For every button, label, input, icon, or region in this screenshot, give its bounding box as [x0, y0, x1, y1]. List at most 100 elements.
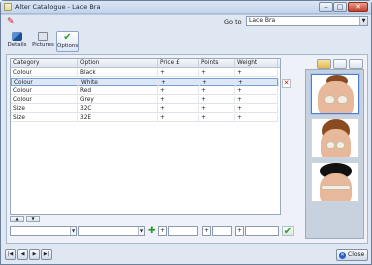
table-row[interactable]: Size 32C + + + [11, 105, 278, 113]
close-button-label: Close [348, 251, 365, 258]
details-icon [12, 32, 22, 41]
cell-category: Size [11, 114, 78, 122]
previous-record-button[interactable]: ◀ [17, 249, 28, 260]
pin-icon[interactable]: ✎ [7, 17, 17, 27]
cell-weight: + [235, 96, 278, 104]
add-icon[interactable]: ✚ [148, 227, 156, 236]
bra-cup-right [337, 95, 348, 104]
grid-header: Category Option Price £ Points Weight [11, 59, 280, 68]
options-panel: Category Option Price £ Points Weight Co… [6, 54, 368, 244]
check-icon[interactable]: ✔ [282, 226, 294, 237]
cell-option: Black [78, 69, 158, 77]
tab-options[interactable]: ✔ Options [56, 31, 79, 52]
points-field[interactable] [212, 226, 232, 236]
cell-points: + [199, 69, 235, 77]
header-price[interactable]: Price £ [158, 59, 199, 68]
cell-price: + [158, 114, 199, 122]
chevron-down-icon[interactable]: ▼ [70, 227, 76, 235]
tab-pictures[interactable]: Pictures [30, 31, 56, 52]
cell-category: Colour [11, 96, 78, 104]
weight-sign[interactable]: + [235, 226, 244, 236]
tab-details-label: Details [7, 42, 27, 48]
maximize-button[interactable]: □ [333, 2, 347, 12]
camera-icon [38, 32, 48, 41]
cell-category: Colour [11, 87, 78, 95]
cell-price: + [158, 96, 199, 104]
cell-price: + [158, 69, 199, 77]
option-field[interactable]: ▼ [78, 226, 145, 236]
bra-band [321, 185, 351, 190]
chevron-down-icon[interactable]: ▼ [138, 227, 144, 235]
delete-icon[interactable]: ✕ [282, 79, 291, 88]
option-editor: ▼ ▼ ✚ + + + ✔ [10, 226, 295, 237]
cell-option: White [79, 79, 159, 87]
cell-category: Colour [12, 79, 79, 87]
product-thumbnail[interactable] [311, 74, 359, 114]
chevron-down-icon[interactable]: ▼ [359, 17, 367, 25]
cell-points: + [200, 79, 236, 87]
window-title: Alter Catalogue - Lace Bra [15, 3, 101, 11]
table-row[interactable]: Size 32E + + + [11, 114, 278, 122]
tab-options-label: Options [57, 43, 79, 49]
table-row-selected[interactable]: Colour White + + + [11, 78, 279, 87]
cell-price: + [158, 87, 199, 95]
bra-cup-left [326, 141, 335, 149]
category-field[interactable]: ▼ [10, 226, 77, 236]
cell-category: Colour [11, 69, 78, 77]
product-thumbnail[interactable] [311, 118, 359, 158]
remove-picture-icon[interactable] [349, 59, 363, 69]
cell-points: + [199, 105, 235, 113]
product-thumbnail[interactable] [311, 162, 359, 202]
bra-cup-left [324, 95, 335, 104]
zoom-icon[interactable] [333, 59, 347, 69]
minimize-button[interactable]: – [319, 2, 333, 12]
cell-weight: + [236, 79, 279, 87]
alter-catalogue-window: Alter Catalogue - Lace Bra – □ ✕ ✎ Go to… [0, 0, 372, 265]
cell-weight: + [235, 114, 278, 122]
last-record-button[interactable]: ▶| [41, 249, 52, 260]
goto-value: Lace Bra [249, 17, 276, 24]
row-order-buttons: ▲ ▼ [10, 216, 40, 222]
move-down-button[interactable]: ▼ [26, 216, 40, 222]
cell-price: + [159, 79, 200, 87]
header-category[interactable]: Category [11, 59, 78, 68]
cell-option: Grey [78, 96, 158, 104]
cell-category: Size [11, 105, 78, 113]
folder-icon[interactable] [317, 59, 331, 69]
goto-label: Go to [224, 18, 242, 26]
cell-option: 32E [78, 114, 158, 122]
cell-option: Red [78, 87, 158, 95]
cell-price: + [158, 105, 199, 113]
cell-weight: + [235, 105, 278, 113]
app-icon [4, 3, 12, 11]
table-row[interactable]: Colour Black + + + [11, 69, 278, 77]
next-record-button[interactable]: ▶ [29, 249, 40, 260]
cell-points: + [199, 96, 235, 104]
picture-list [305, 69, 364, 239]
price-sign[interactable]: + [158, 226, 167, 236]
header-points[interactable]: Points [199, 59, 235, 68]
first-record-button[interactable]: |◀ [5, 249, 16, 260]
cell-option: 32C [78, 105, 158, 113]
close-button[interactable]: ✕ Close [336, 249, 368, 261]
tab-details[interactable]: Details [6, 31, 28, 52]
header-option[interactable]: Option [78, 59, 158, 68]
bra-cup-right [336, 141, 345, 149]
weight-field[interactable] [245, 226, 279, 236]
move-up-button[interactable]: ▲ [10, 216, 24, 222]
options-grid: Category Option Price £ Points Weight Co… [10, 58, 281, 215]
points-sign[interactable]: + [202, 226, 211, 236]
check-icon: ✔ [63, 32, 72, 43]
table-row[interactable]: Colour Grey + + + [11, 96, 278, 104]
header-weight[interactable]: Weight [235, 59, 278, 68]
close-icon: ✕ [339, 252, 346, 259]
price-field[interactable] [168, 226, 198, 236]
cell-points: + [199, 87, 235, 95]
table-row[interactable]: Colour Red + + + [11, 87, 278, 95]
picture-toolbar [317, 59, 365, 69]
title-bar: Alter Catalogue - Lace Bra – □ ✕ [1, 1, 371, 14]
cell-points: + [199, 114, 235, 122]
close-window-button[interactable]: ✕ [348, 2, 368, 12]
goto-select[interactable]: Lace Bra ▼ [246, 16, 368, 26]
cell-weight: + [235, 87, 278, 95]
